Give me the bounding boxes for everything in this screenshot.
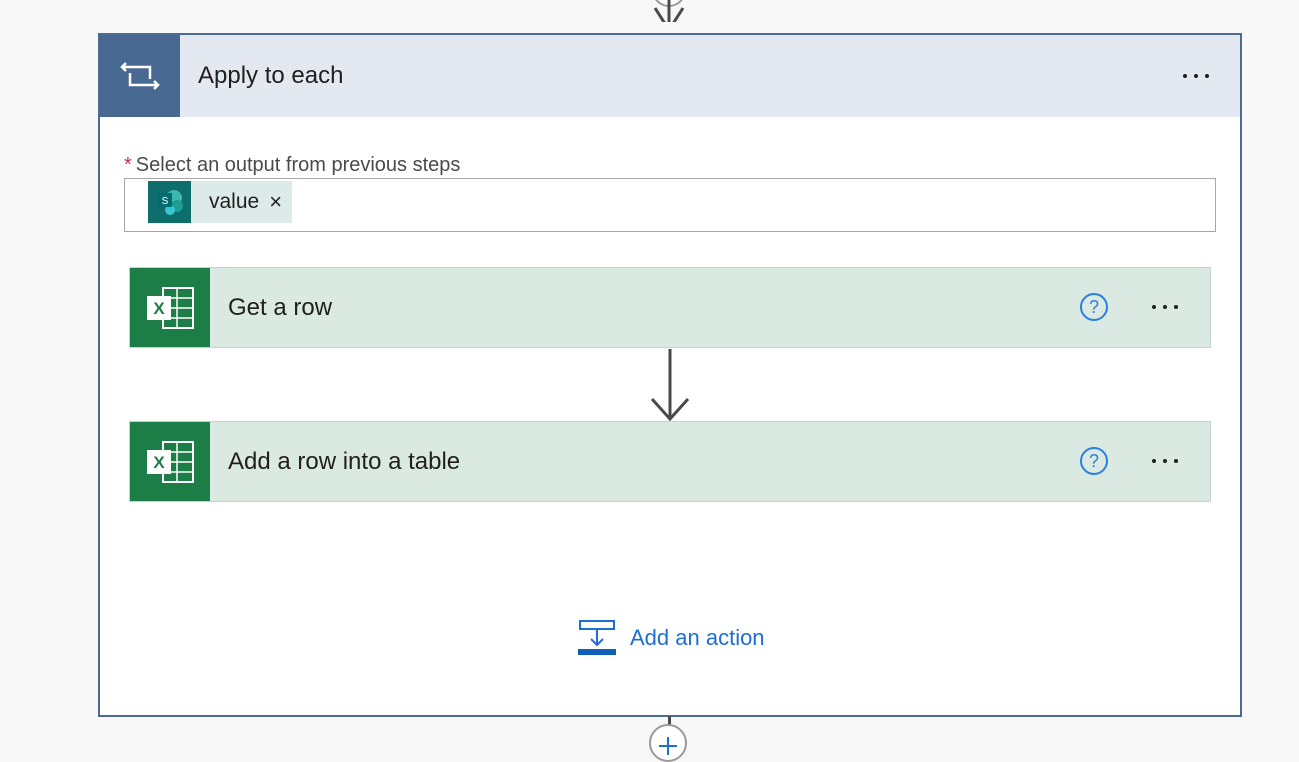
plus-icon <box>659 737 677 755</box>
sharepoint-icon: S <box>148 181 191 223</box>
required-mark: * <box>124 154 132 176</box>
token-label: value <box>209 190 260 213</box>
apply-to-each-card: Apply to each * Select an output from pre… <box>98 33 1242 717</box>
loop-icon <box>100 35 180 117</box>
apply-to-each-header[interactable]: Apply to each <box>100 35 1240 117</box>
apply-to-each-title: Apply to each <box>198 62 344 89</box>
connector-arrow-icon <box>650 349 690 421</box>
help-icon[interactable]: ? <box>1080 293 1108 321</box>
action-title: Get a row <box>228 294 333 321</box>
help-icon[interactable]: ? <box>1080 447 1108 475</box>
select-output-field[interactable]: S value × <box>124 178 1216 232</box>
svg-text:S: S <box>161 196 168 207</box>
svg-text:X: X <box>153 299 165 318</box>
apply-to-each-more-menu-icon[interactable] <box>1183 74 1209 78</box>
excel-icon: X <box>130 268 210 347</box>
action-title: Add a row into a table <box>228 448 461 475</box>
select-output-label-text: Select an output from previous steps <box>135 154 461 176</box>
insert-step-button[interactable] <box>649 724 687 762</box>
excel-icon: X <box>130 422 210 501</box>
add-an-action-button[interactable]: Add an action <box>578 619 765 657</box>
value-token[interactable]: S value × <box>148 181 293 223</box>
action-card-add-a-row[interactable]: X Add a row into a table ? <box>129 421 1211 502</box>
token-remove-icon[interactable]: × <box>269 189 292 215</box>
svg-text:X: X <box>153 453 165 472</box>
add-action-icon <box>578 620 616 655</box>
action-more-menu-icon[interactable] <box>1152 459 1178 463</box>
connector-arrow-icon <box>653 0 685 22</box>
select-output-label: * Select an output from previous steps <box>124 154 460 177</box>
action-more-menu-icon[interactable] <box>1152 305 1178 309</box>
action-card-get-a-row[interactable]: X Get a row ? <box>129 267 1211 348</box>
add-an-action-label: Add an action <box>630 625 765 650</box>
